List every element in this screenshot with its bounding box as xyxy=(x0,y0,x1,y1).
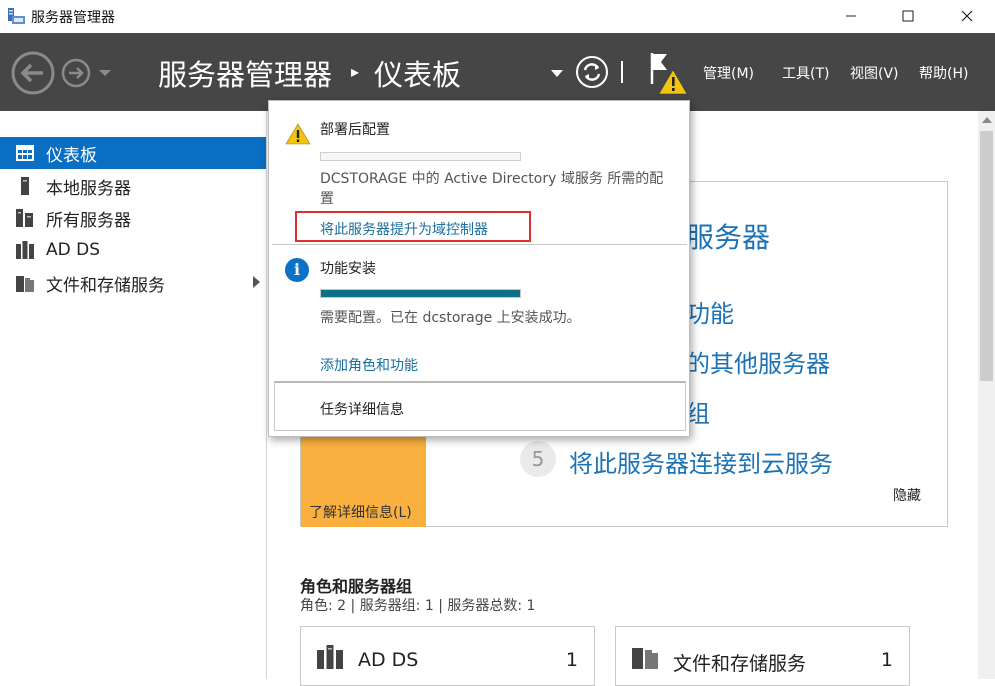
breadcrumb-current: 仪表板 xyxy=(374,58,462,92)
breadcrumb-root[interactable]: 服务器管理器 xyxy=(158,52,332,94)
vertical-scrollbar[interactable] xyxy=(978,111,995,679)
post-deploy-progress-bar xyxy=(320,152,521,161)
back-button[interactable] xyxy=(10,50,60,96)
breadcrumb-separator: ▸ xyxy=(351,62,360,81)
sidebar: 仪表板 本地服务器 所有服务器 AD DS 文件和存储服务 xyxy=(0,111,267,679)
maximize-button[interactable] xyxy=(880,0,936,31)
history-dropdown-icon[interactable] xyxy=(98,69,112,79)
close-button[interactable] xyxy=(939,0,995,31)
maximize-icon xyxy=(902,10,914,21)
feature-install-title: 功能安装 xyxy=(320,261,376,277)
menu-view[interactable]: 视图(V) xyxy=(850,63,899,83)
sidebar-item-local-server[interactable]: 本地服务器 xyxy=(0,170,266,202)
promote-link-label[interactable]: 将此服务器提升为域控制器 xyxy=(320,219,488,239)
welcome-step-add-features[interactable]: 功能 xyxy=(686,294,734,329)
window-title: 服务器管理器 xyxy=(31,10,115,26)
role-tile-ad-ds[interactable]: AD DS 1 xyxy=(300,626,595,686)
notifications-popup: 部署后配置 DCSTORAGE 中的 Active Directory 域服务 … xyxy=(268,100,690,437)
close-icon xyxy=(961,10,973,21)
scroll-up-arrow-icon[interactable] xyxy=(982,117,992,123)
local-server-icon xyxy=(16,177,34,195)
welcome-heading: 服务器 xyxy=(686,221,771,254)
sidebar-item-dashboard[interactable]: 仪表板 xyxy=(0,137,266,169)
progress-fill xyxy=(321,290,520,297)
hide-link[interactable]: 隐藏 xyxy=(893,485,921,505)
feature-install-description: 需要配置。已在 dcstorage 上安装成功。 xyxy=(320,310,581,326)
refresh-icon[interactable] xyxy=(575,55,609,89)
role-name: AD DS xyxy=(358,649,419,671)
file-storage-icon xyxy=(16,274,34,292)
minimize-icon xyxy=(846,15,856,16)
ad-ds-icon xyxy=(16,241,34,259)
sidebar-item-label: AD DS xyxy=(46,240,101,260)
minimize-button[interactable] xyxy=(823,0,879,31)
sidebar-item-label: 所有服务器 xyxy=(46,210,131,231)
info-icon: i xyxy=(285,258,309,282)
menu-manage[interactable]: 管理(M) xyxy=(703,63,754,83)
sidebar-item-label: 文件和存储服务 xyxy=(46,275,165,296)
add-roles-features-link[interactable]: 添加角色和功能 xyxy=(320,355,418,375)
welcome-step-add-servers[interactable]: 的其他服务器 xyxy=(686,344,830,379)
post-deploy-title: 部署后配置 xyxy=(320,122,390,138)
breadcrumb-dropdown-icon[interactable] xyxy=(550,69,564,79)
learn-more-link[interactable]: 了解详细信息(L) xyxy=(309,502,412,522)
file-storage-icon xyxy=(632,648,658,669)
role-count: 1 xyxy=(880,649,893,671)
sidebar-item-ad-ds[interactable]: AD DS xyxy=(0,234,266,266)
roles-section-title: 角色和服务器组 xyxy=(300,577,413,596)
server-manager-icon xyxy=(8,8,25,24)
role-tile-file-storage[interactable]: 文件和存储服务 1 xyxy=(615,626,910,686)
sidebar-item-file-storage[interactable]: 文件和存储服务 xyxy=(0,267,266,299)
menu-tools[interactable]: 工具(T) xyxy=(782,63,829,83)
welcome-step-connect-cloud[interactable]: 将此服务器连接到云服务 xyxy=(569,444,833,479)
dashboard-icon xyxy=(16,144,34,162)
quick-start-tile[interactable]: 了解详细信息(L) xyxy=(301,432,426,527)
promote-to-dc-link[interactable]: 将此服务器提升为域控制器 xyxy=(295,211,531,242)
forward-button[interactable] xyxy=(60,58,94,90)
expand-arrow-icon[interactable] xyxy=(253,276,260,288)
feature-install-progress-bar xyxy=(320,289,521,298)
warning-icon xyxy=(285,123,311,145)
notifications-flag-icon[interactable] xyxy=(643,50,691,98)
sidebar-item-label: 仪表板 xyxy=(46,145,97,166)
scrollbar-thumb[interactable] xyxy=(980,131,993,381)
menu-help[interactable]: 帮助(H) xyxy=(919,63,968,83)
post-deploy-description: DCSTORAGE 中的 Active Directory 域服务 所需的配置 xyxy=(320,171,664,207)
ad-ds-icon xyxy=(317,645,343,669)
role-name: 文件和存储服务 xyxy=(673,653,807,675)
roles-summary: 角色: 2 | 服务器组: 1 | 服务器总数: 1 xyxy=(300,598,536,614)
task-details-button[interactable]: 任务详细信息 xyxy=(274,381,686,431)
header-divider xyxy=(621,61,623,83)
popup-divider xyxy=(272,244,687,245)
step-number-badge: 5 xyxy=(520,441,556,477)
title-bar: 服务器管理器 xyxy=(0,0,995,33)
sidebar-item-label: 本地服务器 xyxy=(46,178,131,199)
task-details-label: 任务详细信息 xyxy=(320,402,404,418)
sidebar-item-all-servers[interactable]: 所有服务器 xyxy=(0,202,266,234)
all-servers-icon xyxy=(16,209,34,227)
role-count: 1 xyxy=(565,649,578,671)
